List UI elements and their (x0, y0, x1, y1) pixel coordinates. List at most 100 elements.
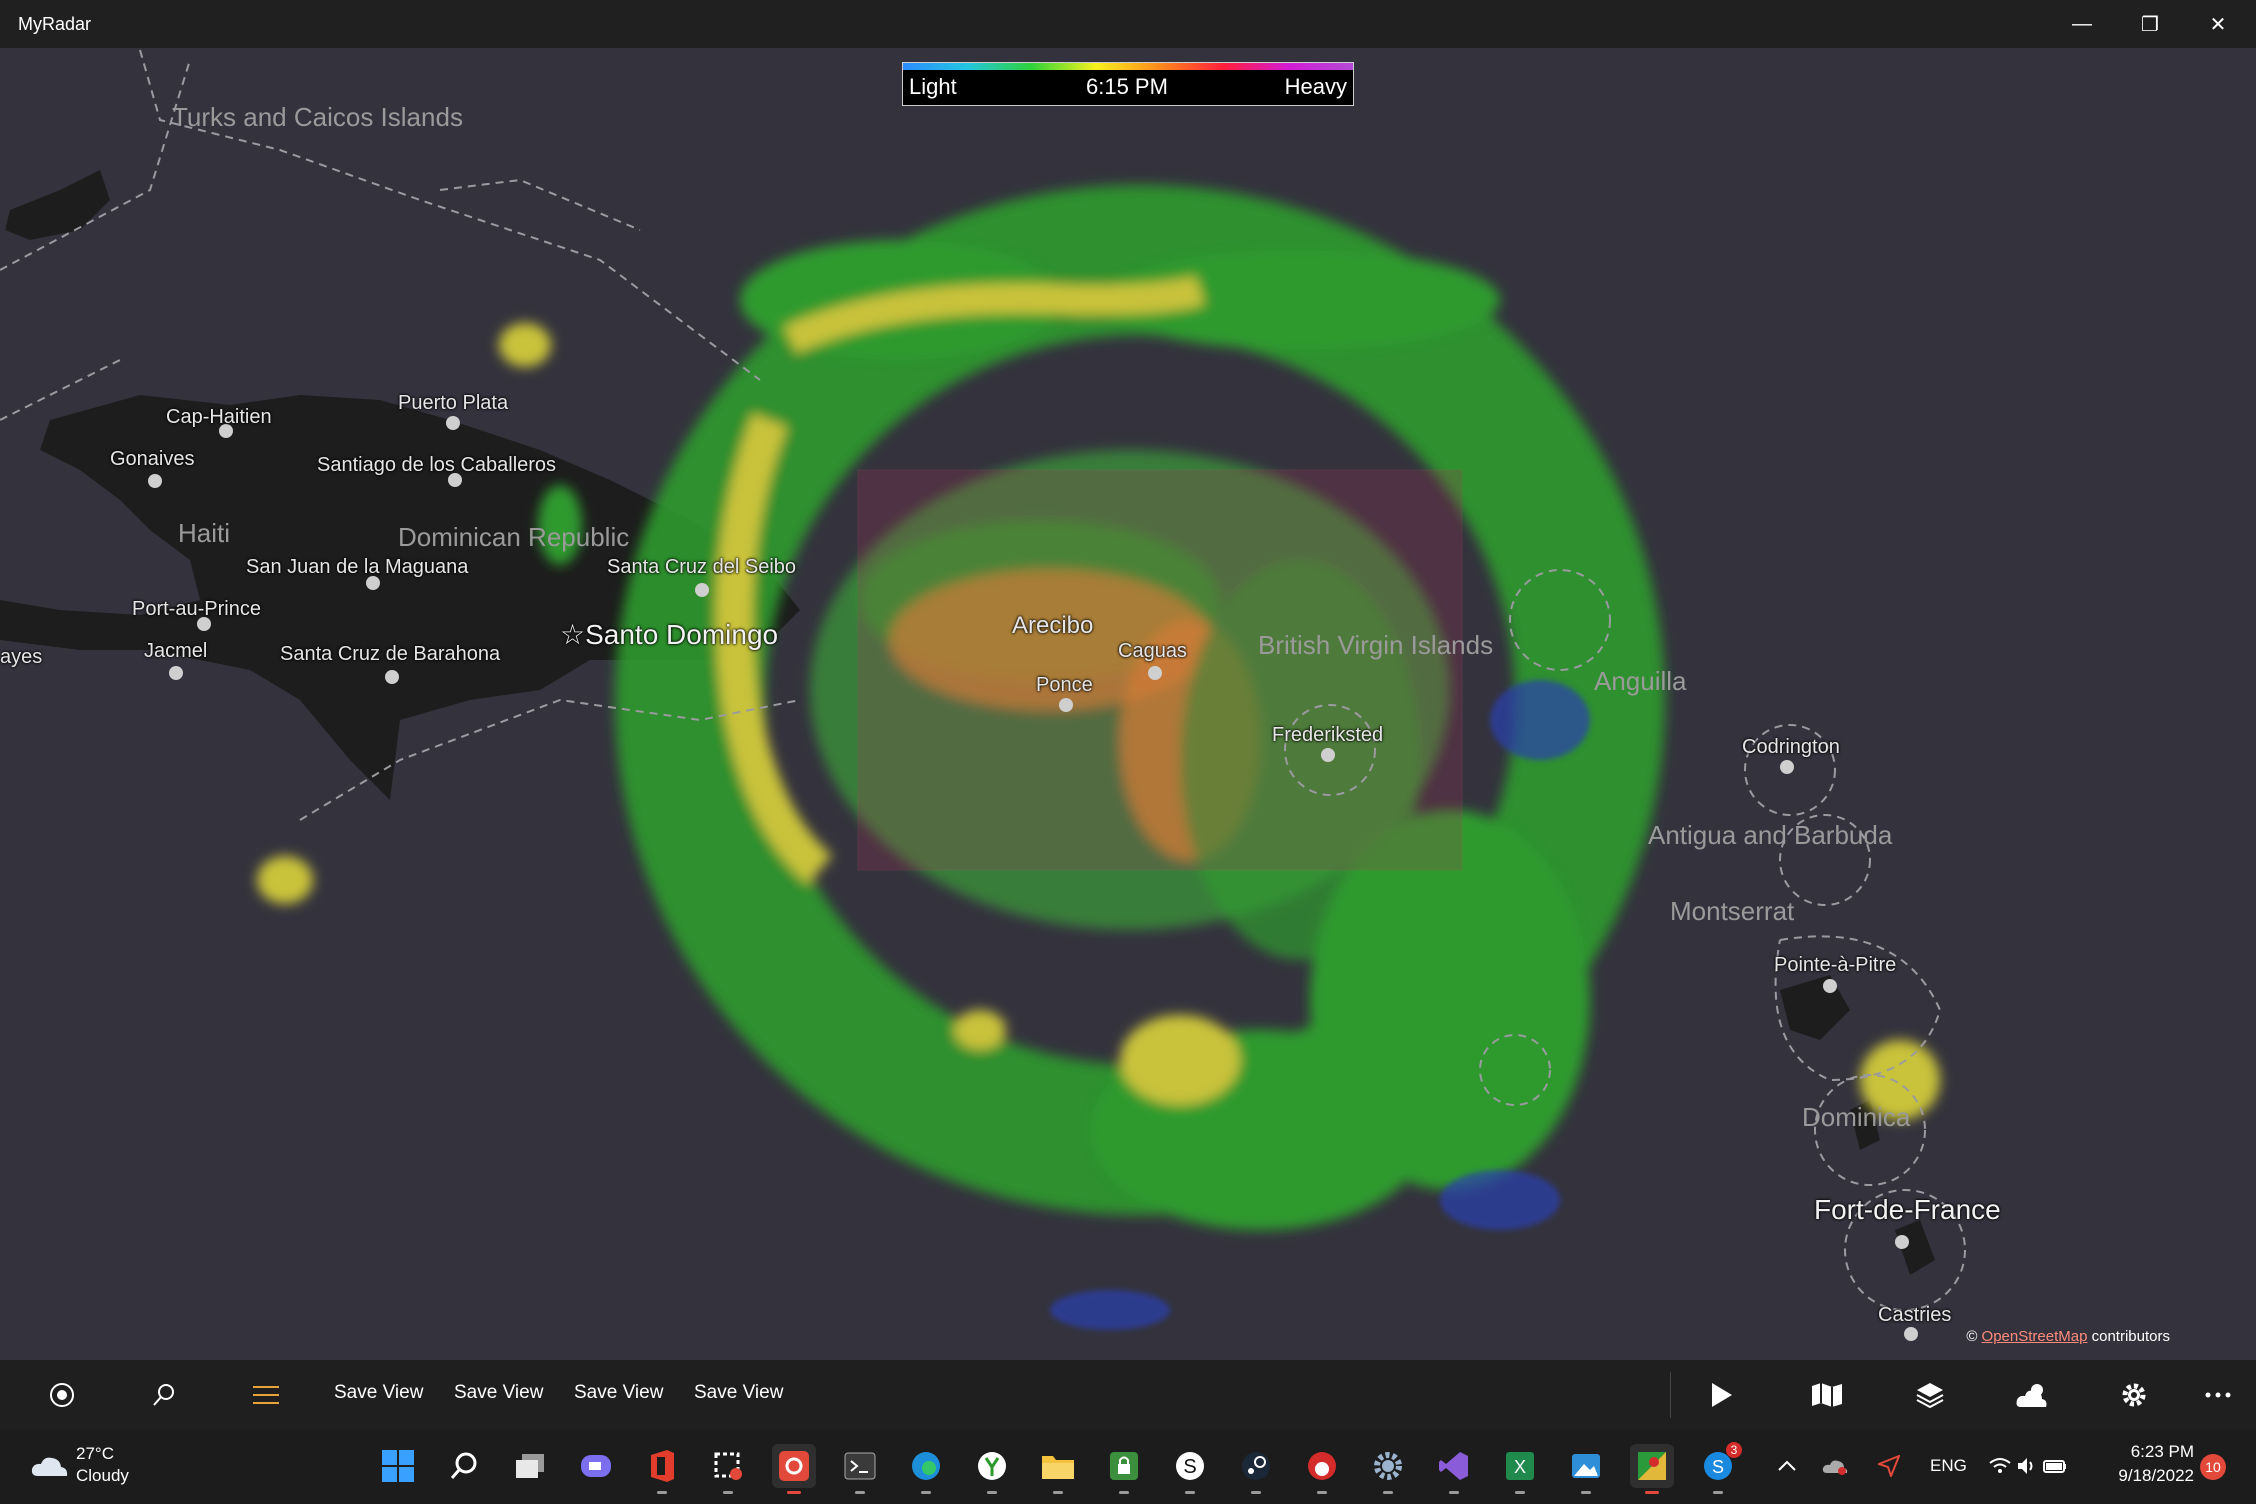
onedrive-tray-button[interactable] (1820, 1444, 1850, 1488)
legend-gradient (903, 63, 1353, 70)
label-san-juan: San Juan de la Maguana (246, 556, 469, 578)
photos-icon (1572, 1454, 1600, 1478)
notification-badge[interactable]: 10 (2200, 1454, 2226, 1480)
onedrive-icon (1822, 1460, 1848, 1475)
play-button[interactable] (1690, 1360, 1754, 1430)
turks-caicos-land (5, 170, 110, 240)
app-y-button[interactable] (970, 1444, 1014, 1494)
folder-icon (1042, 1456, 1074, 1479)
myradar-taskbar-button[interactable] (772, 1444, 816, 1494)
label-santa-cruz-barahona: Santa Cruz de Barahona (280, 643, 501, 665)
task-view-button[interactable] (508, 1444, 552, 1488)
command-divider (1670, 1372, 1671, 1418)
weather-temp: 27°C (76, 1444, 114, 1463)
label-jacmel: Jacmel (144, 640, 208, 662)
clock-date: 9/18/2022 (2118, 1466, 2194, 1485)
close-button[interactable]: ✕ (2184, 0, 2252, 48)
label-caguas: Caguas (1118, 640, 1187, 662)
layers-button[interactable] (1898, 1360, 1962, 1430)
visual-studio-button[interactable] (1432, 1444, 1476, 1494)
capital-star-icon: ☆ (560, 619, 586, 650)
running-indicator (1053, 1491, 1063, 1494)
save-view-button-1[interactable]: Save View (334, 1382, 423, 1404)
minimize-icon: — (2072, 12, 2092, 35)
taskbar: 27°C Cloudy S X S 3 ENG 6:23 PM 9/18/202… (0, 1430, 2256, 1504)
legend-light: Light (909, 74, 957, 99)
snipping-tool-button[interactable] (706, 1444, 750, 1494)
taskbar-search-button[interactable] (442, 1444, 486, 1488)
label-dominican-republic: Dominican Republic (398, 522, 630, 552)
app-s-button[interactable]: S (1168, 1444, 1212, 1494)
guadeloupe-land (1780, 975, 1850, 1040)
running-indicator (1581, 1491, 1591, 1494)
restore-button[interactable]: ❐ (2116, 0, 2184, 48)
skype-badge: 3 (1726, 1442, 1742, 1458)
label-fort-de-france: Fort-de-France (1814, 1194, 2001, 1225)
weather-button[interactable] (2000, 1360, 2064, 1430)
app-red-button[interactable] (1300, 1444, 1344, 1494)
office-button[interactable] (640, 1444, 684, 1494)
command-bar: Save View Save View Save View Save View (0, 1360, 2256, 1430)
file-explorer-button[interactable] (1036, 1444, 1080, 1494)
taskbar-settings-button[interactable] (1366, 1444, 1410, 1494)
terminal-button[interactable] (838, 1444, 882, 1494)
taskbar-search-icon (450, 1452, 477, 1479)
chat-icon (581, 1455, 611, 1477)
label-haiti: Haiti (178, 518, 231, 548)
office-icon (651, 1450, 674, 1482)
settings-button[interactable] (2102, 1360, 2166, 1430)
teams-chat-button[interactable] (574, 1444, 618, 1488)
search-icon (153, 1384, 174, 1406)
running-indicator (921, 1491, 931, 1494)
svg-text:X: X (1514, 1457, 1526, 1477)
excel-button[interactable]: X (1498, 1444, 1542, 1494)
location-button[interactable] (30, 1360, 94, 1430)
osm-link[interactable]: OpenStreetMap (1982, 1328, 2088, 1345)
network-volume-battery[interactable] (1988, 1444, 2068, 1488)
cloud-icon (31, 1457, 68, 1476)
map-style-button[interactable] (1795, 1360, 1859, 1430)
edge-button[interactable] (904, 1444, 948, 1494)
label-santo-domingo: ☆Santo Domingo (560, 619, 779, 650)
map-canvas (0, 49, 1966, 1341)
tray-overflow-button[interactable] (1772, 1444, 1802, 1488)
running-indicator (1383, 1491, 1393, 1494)
running-indicator (1185, 1491, 1195, 1494)
myradar-icon (779, 1451, 809, 1481)
maps-app-button[interactable] (1630, 1444, 1674, 1494)
skype-button[interactable]: S 3 (1696, 1442, 1742, 1494)
label-codrington: Codrington (1742, 736, 1840, 758)
running-indicator (1713, 1491, 1723, 1494)
label-ponce: Ponce (1036, 674, 1093, 696)
running-indicator (723, 1491, 733, 1494)
chevron-up-icon (1778, 1460, 1796, 1471)
language-indicator[interactable]: ENG (1930, 1456, 1967, 1476)
photos-button[interactable] (1564, 1444, 1608, 1494)
running-indicator (1119, 1491, 1129, 1494)
label-gonaives: Gonaives (110, 448, 195, 470)
start-button[interactable] (376, 1444, 420, 1488)
running-indicator (1515, 1491, 1525, 1494)
steam-button[interactable] (1234, 1444, 1278, 1494)
app-s-icon: S (1176, 1452, 1204, 1480)
save-view-button-2[interactable]: Save View (454, 1382, 543, 1404)
save-view-button-4[interactable]: Save View (694, 1382, 783, 1404)
menu-button[interactable] (234, 1360, 298, 1430)
maps-icon (1638, 1452, 1666, 1480)
radar-map[interactable]: Turks and Caicos Islands Cap-Haitien Pue… (0, 48, 2256, 1360)
windows-icon (382, 1450, 414, 1482)
running-indicator (1449, 1491, 1459, 1494)
label-anguilla: Anguilla (1594, 666, 1687, 696)
snip-icon (714, 1452, 742, 1480)
target-icon (50, 1383, 74, 1407)
location-tray-button[interactable] (1874, 1444, 1904, 1488)
steam-icon (1242, 1452, 1270, 1480)
more-button[interactable] (2186, 1360, 2250, 1430)
search-button[interactable] (132, 1360, 196, 1430)
minimize-button[interactable]: — (2048, 0, 2116, 48)
password-app-button[interactable] (1102, 1444, 1146, 1494)
save-view-button-3[interactable]: Save View (574, 1382, 663, 1404)
label-frederiksted: Frederiksted (1272, 724, 1384, 746)
clock[interactable]: 6:23 PM 9/18/2022 (2094, 1442, 2194, 1486)
hamburger-icon (253, 1386, 279, 1404)
